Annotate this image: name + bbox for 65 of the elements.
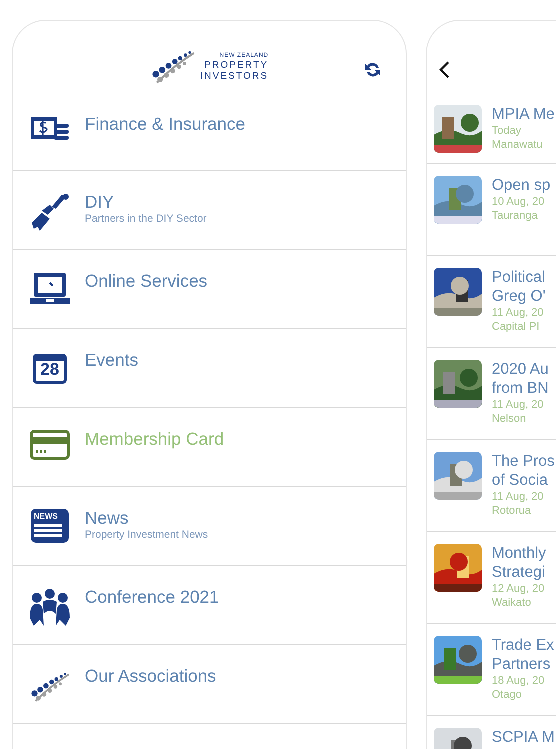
event-date: 11 Aug, 20 xyxy=(492,306,545,320)
event-title: 2020 Au xyxy=(492,360,549,379)
event-location: Tauranga xyxy=(492,209,539,223)
menu-item[interactable]: Conference 2021 xyxy=(13,566,406,645)
logo-text: PROPERTY xyxy=(204,60,269,71)
menu-item-title: Conference 2021 xyxy=(85,586,220,608)
menu-item-title: Finance & Insurance xyxy=(85,113,246,135)
menu-item[interactable]: Our Associations xyxy=(13,645,406,724)
logo-text: INVESTORS xyxy=(200,71,269,82)
newspaper-icon: NEWS xyxy=(31,509,69,543)
event-item[interactable]: Trade Ex Partners 18 Aug, 20 Otago xyxy=(427,624,556,716)
logo-mark-icon xyxy=(150,49,196,85)
event-item[interactable]: Political Greg O' 11 Aug, 20 Capital PI xyxy=(427,256,556,348)
event-location: Capital PI xyxy=(492,320,541,334)
event-title: Greg O' xyxy=(492,287,546,306)
people-icon xyxy=(30,588,70,626)
menu-item-title: Online Services xyxy=(85,270,208,292)
card-icon xyxy=(30,430,70,460)
menu-item[interactable]: DIY Partners in the DIY Sector xyxy=(13,171,406,250)
event-location: Nelson xyxy=(492,412,528,426)
menu-item[interactable]: NEWS News Property Investment News xyxy=(13,487,406,566)
event-item[interactable]: MPIA Me Today Manawatu xyxy=(427,101,556,164)
menu-item-subtitle: Partners in the DIY Sector xyxy=(85,213,207,226)
event-location: Rotorua xyxy=(492,504,532,518)
event-location: Waikato xyxy=(492,596,532,610)
money-icon xyxy=(30,115,70,143)
event-title: Strategi xyxy=(492,563,546,582)
event-title: Partners xyxy=(492,655,552,674)
menu-item[interactable]: Online Services xyxy=(13,250,406,329)
menu-item-title: Events xyxy=(85,349,138,371)
event-title: The Pros xyxy=(492,452,555,471)
event-title: Political xyxy=(492,268,546,287)
event-item[interactable]: The Pros of Socia 11 Aug, 20 Rotorua xyxy=(427,440,556,532)
event-title: Open sp xyxy=(492,176,551,195)
menu-item-title: Our Associations xyxy=(85,665,216,687)
menu-item[interactable]: 28 Events xyxy=(13,329,406,408)
menu-item-title: Membership Card xyxy=(85,428,224,450)
event-title: MPIA Me xyxy=(492,105,555,124)
laptop-icon xyxy=(30,272,70,306)
menu-item-title: DIY xyxy=(85,191,116,213)
back-icon[interactable] xyxy=(439,61,450,79)
event-date: 11 Aug, 20 xyxy=(492,490,545,504)
menu-item-subtitle: Property Investment News xyxy=(85,529,208,542)
event-title: of Socia xyxy=(492,471,550,490)
event-item[interactable]: Monthly Strategi 12 Aug, 20 Waikato xyxy=(427,532,556,624)
event-title: from BN xyxy=(492,379,549,398)
calendar-icon: 28 xyxy=(33,354,67,384)
refresh-icon[interactable] xyxy=(364,61,382,79)
event-date: Today xyxy=(492,124,522,138)
menu-item-title: News xyxy=(85,507,130,529)
event-item[interactable]: Open sp 10 Aug, 20 Tauranga xyxy=(427,164,556,256)
event-title: Trade Ex xyxy=(492,636,554,655)
event-title: SCPIA M xyxy=(492,728,555,747)
event-title: Monthly xyxy=(492,544,546,563)
event-location: Otago xyxy=(492,688,523,702)
event-date: 10 Aug, 20 xyxy=(492,195,546,209)
paintbrush-icon xyxy=(30,193,70,233)
event-item[interactable]: SCPIA M xyxy=(427,716,556,749)
event-location: Manawatu xyxy=(492,138,544,152)
event-date: 18 Aug, 20 xyxy=(492,674,546,688)
menu-item[interactable]: Finance & Insurance xyxy=(13,93,406,171)
menu-item[interactable]: Membership Card xyxy=(13,408,406,487)
event-item[interactable]: 2020 Au from BN 11 Aug, 20 Nelson xyxy=(427,348,556,440)
event-date: 11 Aug, 20 xyxy=(492,398,545,412)
event-date: 12 Aug, 20 xyxy=(492,582,546,596)
